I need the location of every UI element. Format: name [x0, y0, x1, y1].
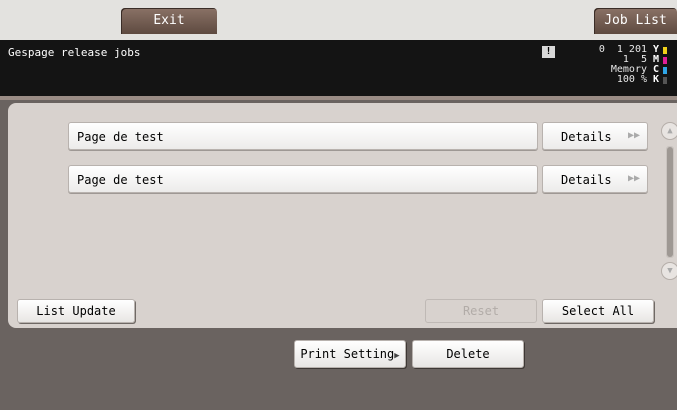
select-all-button[interactable]: Select All	[542, 299, 654, 323]
status-bar: Gespage release jobs ! 0 1 201 1 5 Memor…	[0, 40, 677, 96]
scroll-up-icon[interactable]: ▲	[661, 122, 677, 140]
toner-magenta-swatch	[663, 56, 668, 64]
separator	[0, 96, 677, 100]
screen: Exit Job List Gespage release jobs ! 0 1…	[0, 0, 677, 410]
top-bar: Exit Job List	[0, 0, 677, 40]
delete-button[interactable]: Delete	[412, 340, 524, 368]
job-name: Page de test	[77, 173, 164, 187]
details-label: Details	[561, 130, 612, 144]
toner-yellow-swatch	[663, 46, 668, 54]
job-list-tab[interactable]: Job List	[594, 8, 677, 34]
print-setting-label: Print Setting	[300, 347, 395, 361]
details-button[interactable]: Details ▶▶	[542, 122, 648, 150]
toner-levels: Y M C K	[653, 45, 673, 85]
toner-cyan-swatch	[663, 66, 668, 74]
memory-value: 100 %	[616, 74, 647, 85]
page-title: Gespage release jobs	[8, 46, 141, 59]
scrollbar-thumb[interactable]	[667, 147, 673, 257]
chevron-right-icon: ▶	[394, 351, 400, 361]
details-button[interactable]: Details ▶▶	[542, 165, 648, 193]
print-setting-button[interactable]: Print Setting▶	[294, 340, 406, 368]
toner-black: K	[653, 75, 673, 85]
toner-black-label: K	[653, 74, 660, 85]
details-label: Details	[561, 173, 612, 187]
reset-button[interactable]: Reset	[425, 299, 537, 323]
warning-icon[interactable]: !	[542, 46, 555, 58]
job-name: Page de test	[77, 130, 164, 144]
double-chevron-right-icon: ▶▶	[627, 173, 641, 184]
scroll-down-icon[interactable]: ▼	[661, 262, 677, 280]
toner-black-swatch	[663, 76, 668, 84]
double-chevron-right-icon: ▶▶	[627, 130, 641, 141]
list-update-button[interactable]: List Update	[17, 299, 135, 323]
job-row[interactable]: Page de test	[68, 165, 538, 193]
job-row[interactable]: Page de test	[68, 122, 538, 150]
counter-display: 0 1 201 1 5 Memory 100 %	[599, 45, 647, 85]
job-list-panel: Page de test Details ▶▶ Page de test Det…	[8, 103, 677, 328]
exit-tab[interactable]: Exit	[121, 8, 217, 34]
